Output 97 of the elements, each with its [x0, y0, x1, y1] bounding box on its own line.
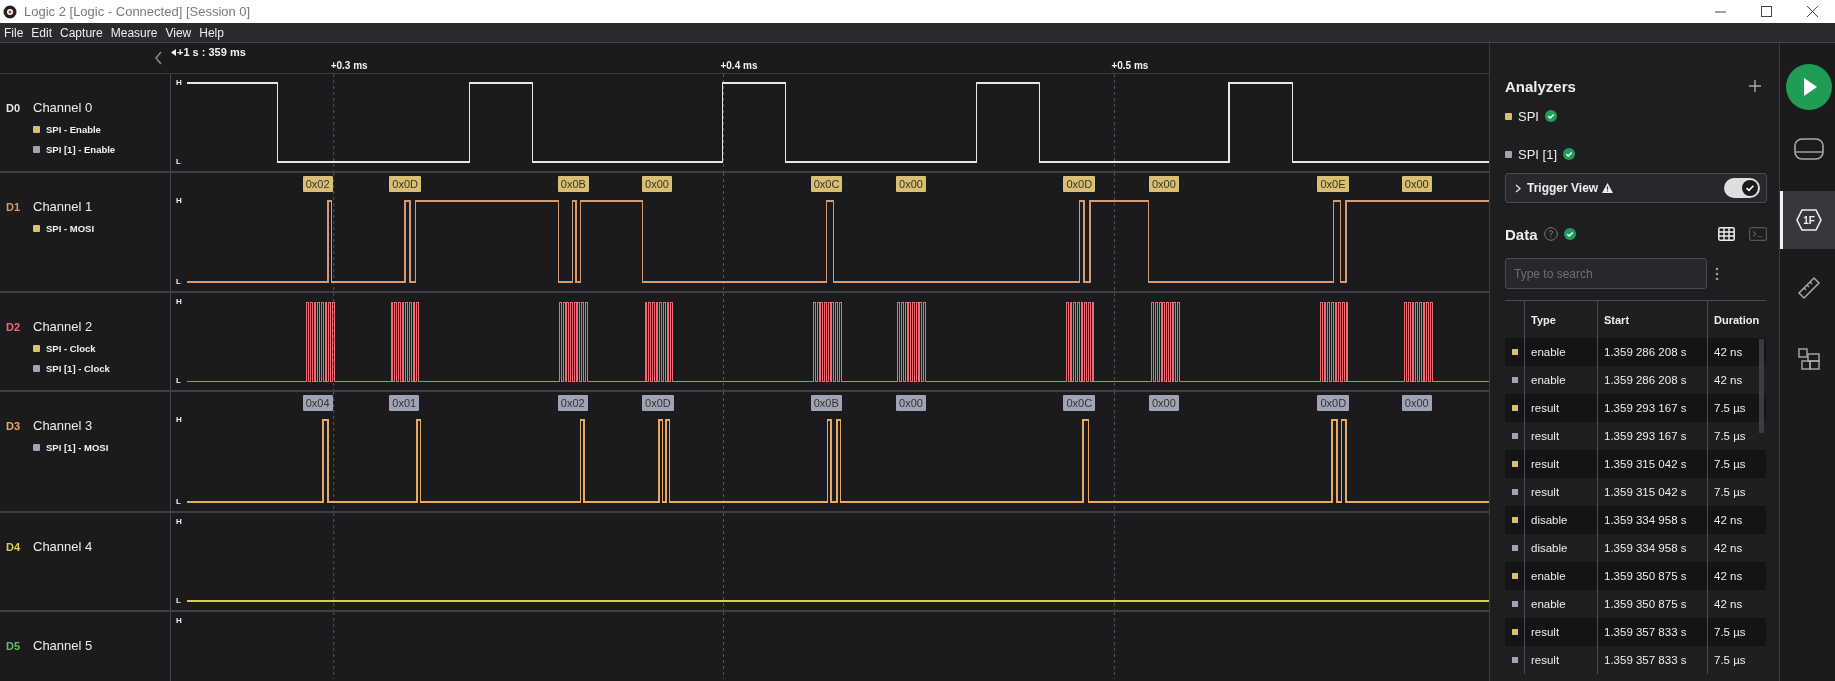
- analyzer-label: SPI [1] - Clock: [46, 363, 110, 374]
- analyzer-name[interactable]: SPI [1]: [1518, 146, 1558, 162]
- decoded-value[interactable]: 0x0B: [557, 176, 589, 192]
- table-cell: 7.5 µs: [1707, 646, 1766, 674]
- channel-id: D0: [6, 102, 22, 114]
- level-marker: L: [176, 497, 181, 506]
- table-row[interactable]: disable 1.359 334 958 s 42 ns: [1505, 506, 1766, 534]
- trigger-view-label: Trigger View: [1527, 181, 1599, 195]
- trigger-view-bar[interactable]: Trigger View: [1505, 173, 1767, 203]
- toggle-switch[interactable]: [1724, 178, 1760, 198]
- decoded-value[interactable]: 0x00: [896, 395, 926, 411]
- panel-title: Data: [1505, 225, 1538, 243]
- chevron-right-icon[interactable]: [1515, 183, 1521, 193]
- scrollbar[interactable]: [1759, 339, 1764, 433]
- play-icon[interactable]: [1786, 64, 1832, 110]
- time-marker: +0.4 ms: [720, 60, 758, 71]
- time-marker: +0.3 ms: [330, 60, 368, 71]
- channel-id: D5: [6, 640, 22, 652]
- menu-item[interactable]: View: [161, 25, 196, 40]
- level-marker: H: [176, 415, 182, 424]
- level-marker: L: [176, 596, 181, 605]
- table-row[interactable]: result 1.359 293 167 s 7.5 µs: [1505, 394, 1766, 422]
- grid-line: [1113, 612, 1115, 679]
- level-marker: H: [176, 78, 182, 87]
- time-marker: +0.5 ms: [1111, 60, 1149, 71]
- channel-name[interactable]: Channel 1: [33, 199, 93, 214]
- device-icon[interactable]: [1794, 138, 1824, 160]
- channel-id: D3: [6, 420, 22, 432]
- ruler-icon[interactable]: [1797, 276, 1821, 300]
- more-icon[interactable]: [1715, 266, 1719, 281]
- hexagon-icon[interactable]: 1F: [1796, 209, 1822, 231]
- toggle-knob: [1742, 180, 1758, 196]
- level-marker: L: [176, 376, 181, 385]
- channel-id: D1: [6, 201, 22, 213]
- decoded-value[interactable]: 0x01: [389, 395, 420, 411]
- grid-line: [723, 612, 724, 679]
- channel-name[interactable]: Channel 3: [33, 418, 93, 433]
- analyzer-label: SPI - MOSI: [46, 223, 95, 234]
- table-row[interactable]: result 1.359 357 833 s 7.5 µs: [1505, 618, 1766, 646]
- menu-item[interactable]: Help: [195, 25, 228, 40]
- close-icon[interactable]: [1806, 6, 1818, 17]
- table-cell: 1.359 357 833 s: [1597, 646, 1707, 674]
- sidebar-tab[interactable]: 1F: [1780, 191, 1835, 249]
- level-marker: L: [176, 277, 181, 286]
- decoded-value[interactable]: 0x00: [1401, 395, 1432, 411]
- level-marker: H: [176, 616, 182, 625]
- table-row[interactable]: enable 1.359 286 208 s 42 ns: [1505, 338, 1766, 366]
- help-icon[interactable]: [1543, 227, 1558, 241]
- analyzer-label: SPI - Clock: [46, 343, 96, 354]
- menu-item[interactable]: File: [0, 25, 28, 40]
- menu-item[interactable]: Edit: [27, 25, 57, 40]
- decoded-value[interactable]: 0x00: [896, 176, 926, 192]
- channel-id: D2: [6, 321, 22, 333]
- level-marker: L: [176, 157, 181, 166]
- table-row[interactable]: enable 1.359 350 875 s 42 ns: [1505, 562, 1766, 590]
- decoded-value[interactable]: 0x00: [1401, 176, 1432, 192]
- panel-title: Analyzers: [1505, 77, 1576, 95]
- time-origin: +1 s : 359 ms: [177, 46, 246, 58]
- table-icon[interactable]: [1718, 227, 1735, 241]
- decoded-value[interactable]: 0x0D: [389, 176, 421, 192]
- chevron-left-icon[interactable]: [154, 51, 163, 65]
- window-title: Logic 2 [Logic - Connected] [Session 0]: [24, 4, 252, 19]
- level-marker: H: [176, 297, 182, 306]
- channel-name[interactable]: Channel 5: [33, 638, 93, 653]
- decoded-value[interactable]: 0x00: [642, 176, 672, 192]
- decoded-value[interactable]: 0x0C: [1063, 395, 1096, 411]
- channel-name[interactable]: Channel 0: [33, 100, 93, 115]
- maximize-icon[interactable]: [1760, 6, 1772, 17]
- analyzer-label: SPI [1] - Enable: [46, 144, 116, 155]
- channel-name[interactable]: Channel 2: [33, 319, 93, 334]
- caret-left-icon: [171, 48, 176, 56]
- decoded-value[interactable]: 0x0B: [810, 395, 842, 411]
- decoded-value[interactable]: 0x0D: [642, 395, 674, 411]
- decoded-value[interactable]: 0x0D: [1063, 176, 1096, 192]
- table-row[interactable]: result 1.359 315 042 s 7.5 µs: [1505, 450, 1766, 478]
- menu-item[interactable]: Measure: [106, 25, 162, 40]
- decoded-value[interactable]: 0x0C: [810, 176, 843, 192]
- level-marker: H: [176, 196, 182, 205]
- search-field[interactable]: Type to search: [1505, 258, 1707, 289]
- decoded-value[interactable]: 0x00: [1148, 395, 1179, 411]
- decoded-value[interactable]: 0x0D: [1317, 395, 1350, 411]
- decoded-value[interactable]: 0x0E: [1317, 176, 1349, 192]
- analyzer-name[interactable]: SPI: [1518, 108, 1539, 124]
- menu-item[interactable]: Capture: [56, 25, 107, 40]
- analyzer-label: SPI - Enable: [46, 124, 101, 135]
- decoded-value[interactable]: 0x00: [1148, 176, 1179, 192]
- add-icon[interactable]: [1749, 80, 1761, 92]
- channel-id: D4: [6, 541, 22, 553]
- level-marker: H: [176, 517, 182, 526]
- analyzer-label: SPI [1] - MOSI: [46, 442, 109, 453]
- decoded-value[interactable]: 0x04: [302, 395, 333, 411]
- decoded-value[interactable]: 0x02: [302, 176, 333, 192]
- grid-line: [333, 612, 335, 679]
- channel-name[interactable]: Channel 4: [33, 539, 93, 554]
- blocks-icon[interactable]: [1798, 348, 1820, 370]
- table-cell: result: [1524, 646, 1597, 674]
- decoded-value[interactable]: 0x02: [557, 395, 588, 411]
